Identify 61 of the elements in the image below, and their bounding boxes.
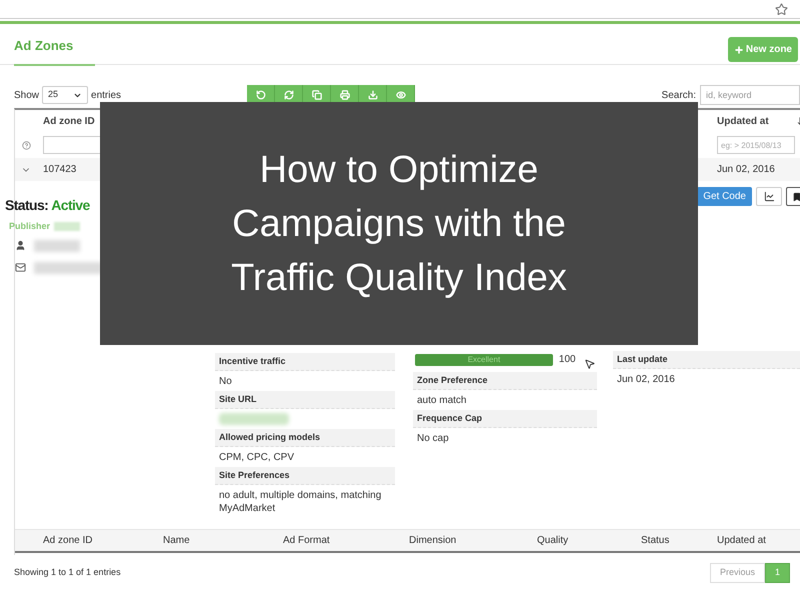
table-cell-text: Jun 02, 2016 — [717, 163, 776, 177]
field-label: Allowed pricing models — [215, 429, 395, 447]
field-label: Site URL — [215, 391, 395, 409]
field-label: Site Preferences — [215, 467, 395, 485]
status-value: Active — [51, 196, 90, 215]
star-icon[interactable] — [775, 2, 788, 16]
pagination-button[interactable]: 1 — [764, 563, 790, 583]
button-label: New zone — [746, 43, 792, 57]
field-value: no adult, multiple domains, matching MyAdMarket — [218, 489, 382, 516]
search-label: Search: — [662, 88, 696, 102]
field-label: Zone Preference — [413, 372, 597, 390]
select-value: 25 — [48, 88, 58, 102]
mail-icon — [15, 262, 26, 273]
plus-icon — [734, 44, 744, 54]
show-label: Show — [14, 88, 40, 102]
line-chart-icon — [764, 191, 774, 202]
pointer-icon — [584, 358, 595, 370]
user-icon — [15, 240, 26, 251]
field-value: auto match — [416, 394, 468, 408]
column-footer: Name — [163, 533, 283, 548]
page-tab[interactable]: Ad Zones — [14, 36, 96, 66]
table-cell-text: 107423 — [42, 163, 78, 177]
column-header[interactable]: Updated at — [717, 114, 769, 128]
entries-info: Showing 1 to 1 of 1 entries — [14, 566, 121, 580]
field-label: Incentive traffic — [215, 353, 395, 371]
get-code-button[interactable]: Get Code — [697, 187, 752, 206]
column-footer: Ad Format — [283, 533, 409, 548]
undo-icon — [256, 90, 266, 100]
new-zone-button[interactable]: New zone — [728, 37, 798, 62]
chart-button[interactable] — [756, 187, 782, 206]
status-label: Status: — [5, 196, 48, 215]
download-icon — [368, 90, 378, 100]
column-footer: Dimension — [409, 533, 537, 548]
field-label: Frequence Cap — [413, 410, 597, 428]
blurred-text — [34, 240, 80, 252]
pagination-button[interactable]: Previous — [710, 563, 765, 583]
field-value: No cap — [416, 432, 450, 446]
help-icon — [22, 140, 31, 150]
column-footer: Quality — [537, 533, 641, 548]
entries-select[interactable]: 25 — [42, 86, 88, 104]
blurred-text — [219, 413, 289, 425]
search-field[interactable]: id, keyword — [700, 85, 800, 105]
quality-score: 100 — [558, 353, 576, 367]
field-value: Jun 02, 2016 — [616, 373, 676, 387]
field-value: CPM, CPC, CPV — [218, 451, 296, 465]
overlay-title: How to Optimize Campaigns with the Traffic Quality Index — [230, 148, 568, 300]
publisher-label: Publisher — [9, 220, 50, 233]
refresh-icon — [284, 90, 294, 100]
column-footer: Updated at — [717, 533, 800, 548]
field-value: No — [218, 375, 233, 389]
blurred-text — [54, 222, 80, 232]
entries-label: entries — [91, 88, 122, 102]
column-footer: Ad zone ID — [37, 533, 163, 548]
field-label: Last update — [613, 351, 800, 369]
eye-icon — [396, 90, 406, 100]
quality-bar-fill: Excellent — [415, 354, 553, 366]
print-icon — [340, 90, 350, 100]
filter-field[interactable]: eg: > 2015/08/13 — [717, 136, 795, 154]
column-footer: Status — [641, 533, 717, 548]
bookmark-icon — [792, 192, 800, 202]
copy-icon — [312, 90, 322, 100]
